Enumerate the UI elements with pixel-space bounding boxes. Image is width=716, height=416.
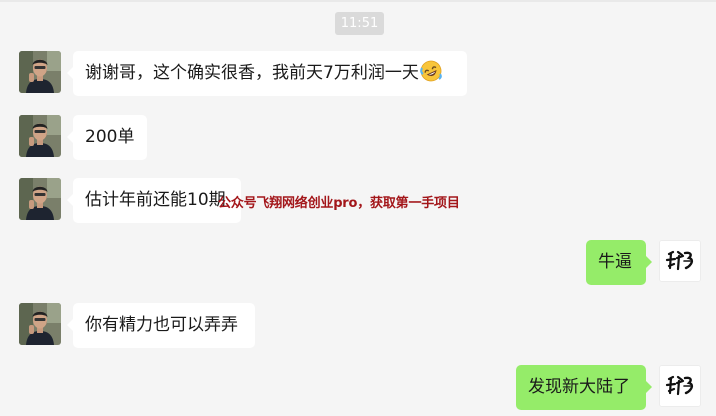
message-bubble-incoming[interactable]: 你有精力也可以弄弄 [67,303,255,348]
message-bubble-outgoing[interactable]: 牛逼 [586,240,652,285]
watermark-text: 公众号飞翔网络创业pro，获取第一手项目 [218,196,460,211]
message-bubble-outgoing[interactable]: 发现新大陆了 [516,365,652,410]
message-text: 发现新大陆了 [528,377,630,397]
message-text: 谢谢哥，这个确实很香，我前天7万利润一天 [85,63,419,83]
message-bubble-incoming[interactable]: 200单 [67,115,147,160]
rolling-laughing-emoji-icon [420,55,442,82]
message-text: 你有精力也可以弄弄 [85,315,238,335]
contact-avatar[interactable] [19,51,61,93]
contact-avatar[interactable] [19,303,61,345]
message-timestamp: 11:51 [335,12,384,35]
contact-avatar[interactable] [19,178,61,220]
user-avatar[interactable] [659,365,701,407]
message-text: 牛逼 [598,252,632,272]
chat-message-area[interactable]: 11:51 谢谢哥，这个确实很香，我前天7万利润一天 200单 估计年前还能10… [0,0,716,416]
message-bubble-incoming[interactable]: 谢谢哥，这个确实很香，我前天7万利润一天 [67,51,467,96]
user-avatar[interactable] [659,240,701,282]
message-text: 200单 [85,127,135,147]
message-text: 估计年前还能10期 [85,190,226,210]
message-bubble-incoming[interactable]: 估计年前还能10期 [67,178,241,223]
contact-avatar[interactable] [19,115,61,157]
